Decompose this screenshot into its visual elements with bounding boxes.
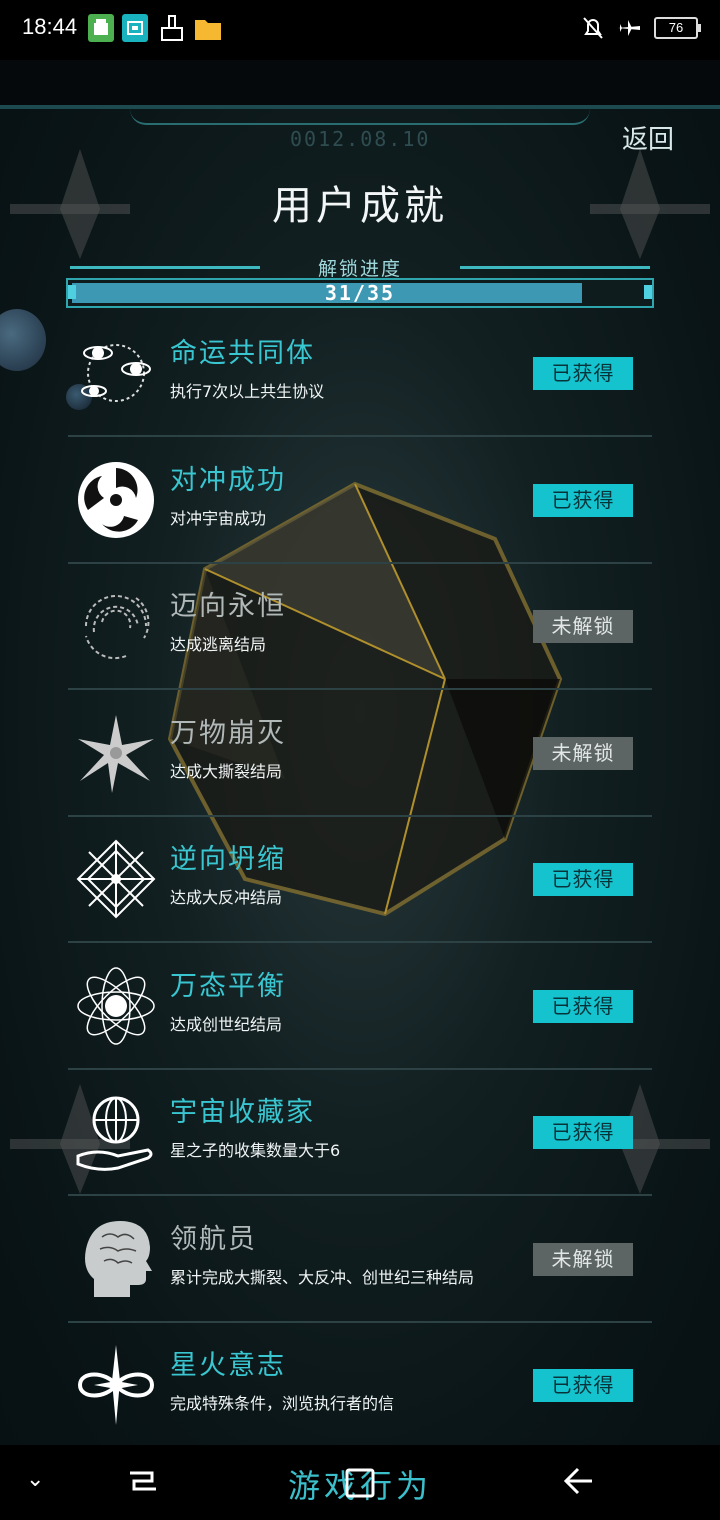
achievement-description: 执行7次以上共生协议 <box>170 382 325 401</box>
achievement-status-badge[interactable]: 未解锁 <box>533 610 633 643</box>
folder-icon <box>194 14 221 42</box>
planet-decoration <box>0 309 46 371</box>
achievement-title: 迈向永恒 <box>170 591 286 622</box>
deco-date: 0012.08.10 <box>290 127 431 151</box>
page-title: 用户成就 <box>272 183 448 229</box>
navigation-bar: ⌄ 游戏行为 <box>0 1445 720 1520</box>
achievement-title: 对冲成功 <box>170 464 286 496</box>
progress-text: 31/35 <box>324 281 396 305</box>
achievement-description: 达成大反冲结局 <box>170 888 283 907</box>
battery-icon: 76 <box>654 17 701 39</box>
achievement-title: 宇宙收藏家 <box>170 1097 315 1128</box>
achievement-item[interactable]: 领航员累计完成大撕裂、大反冲、创世纪三种结局 未解锁 <box>68 1195 652 1323</box>
back-button[interactable]: 返回 <box>622 119 674 156</box>
android-icon <box>88 14 114 42</box>
achievement-description: 星之子的收集数量大于6 <box>170 1141 341 1160</box>
achievement-status-badge[interactable]: 已获得 <box>533 989 633 1023</box>
achievement-item[interactable]: 命运共同体执行7次以上共生协议 已获得 <box>68 309 652 437</box>
orbit-planets-icon <box>74 331 158 415</box>
snowflake-mandala-icon <box>74 837 158 921</box>
achievement-item[interactable]: 万物崩灭达成大撕裂结局 未解锁 <box>68 689 652 817</box>
progress-label: 解锁进度 <box>317 258 402 280</box>
achievement-description: 达成大撕裂结局 <box>170 761 283 781</box>
achievement-item[interactable]: 星火意志完成特殊条件，浏览执行者的信 已获得 <box>68 1321 652 1449</box>
achievement-title: 命运共同体 <box>170 338 315 369</box>
scan-icon <box>122 14 148 42</box>
achievements-panel: 0012.08.10 返回 用户成就 解锁进度 31/35 命运共同体执行7次以… <box>0 105 720 1449</box>
triple-swirl-icon <box>74 458 158 542</box>
sphere-hand-icon <box>74 1090 158 1174</box>
progress-bar: 31/35 <box>66 278 654 308</box>
achievement-title: 万物崩灭 <box>170 717 286 749</box>
achievement-item[interactable]: 宇宙收藏家星之子的收集数量大于6 已获得 <box>68 1068 652 1196</box>
home-icon[interactable] <box>342 1465 378 1501</box>
vortex-icon <box>74 584 158 668</box>
mute-icon <box>583 17 603 39</box>
brain-head-icon <box>74 1217 158 1301</box>
achievement-description: 累计完成大撕裂、大反冲、创世纪三种结局 <box>170 1267 475 1287</box>
achievement-title: 逆向坍缩 <box>170 844 286 875</box>
unlock-progress: 解锁进度 31/35 <box>66 254 654 308</box>
airplane-icon <box>618 20 640 36</box>
achievement-status-badge[interactable]: 已获得 <box>533 483 633 517</box>
burst-icon <box>74 711 158 795</box>
achievement-item[interactable]: 万态平衡达成创世纪结局 已获得 <box>68 942 652 1070</box>
achievement-status-badge[interactable]: 未解锁 <box>533 736 633 770</box>
achievement-item[interactable]: 对冲成功对冲宇宙成功 已获得 <box>68 436 652 564</box>
achievement-description: 达成创世纪结局 <box>170 1014 283 1034</box>
achievement-description: 对冲宇宙成功 <box>170 508 267 528</box>
achievement-title: 星火意志 <box>170 1350 286 1381</box>
status-time: 18:44 <box>22 14 78 39</box>
achievement-status-badge[interactable]: 已获得 <box>533 1369 633 1402</box>
clean-icon <box>158 14 184 42</box>
infinity-star-icon <box>74 1343 158 1427</box>
achievement-description: 达成逃离结局 <box>170 635 267 654</box>
panel-top-decoration <box>130 109 590 125</box>
achievement-title: 领航员 <box>170 1223 257 1255</box>
back-arrow-icon[interactable] <box>560 1463 596 1499</box>
achievement-status-badge[interactable]: 已获得 <box>533 863 633 896</box>
achievement-item[interactable]: 迈向永恒达成逃离结局 未解锁 <box>68 562 652 690</box>
achievement-description: 完成特殊条件，浏览执行者的信 <box>170 1394 395 1413</box>
achievement-status-badge[interactable]: 已获得 <box>533 357 633 390</box>
achievement-title: 万态平衡 <box>170 970 286 1002</box>
achievement-status-badge[interactable]: 已获得 <box>533 1116 633 1149</box>
achievement-status-badge[interactable]: 未解锁 <box>533 1242 633 1276</box>
achievement-item[interactable]: 逆向坍缩达成大反冲结局 已获得 <box>68 815 652 943</box>
status-right-group: 76 <box>582 16 701 40</box>
atom-orbit-icon <box>74 964 158 1048</box>
status-bar: 18:44 76 <box>0 0 720 60</box>
